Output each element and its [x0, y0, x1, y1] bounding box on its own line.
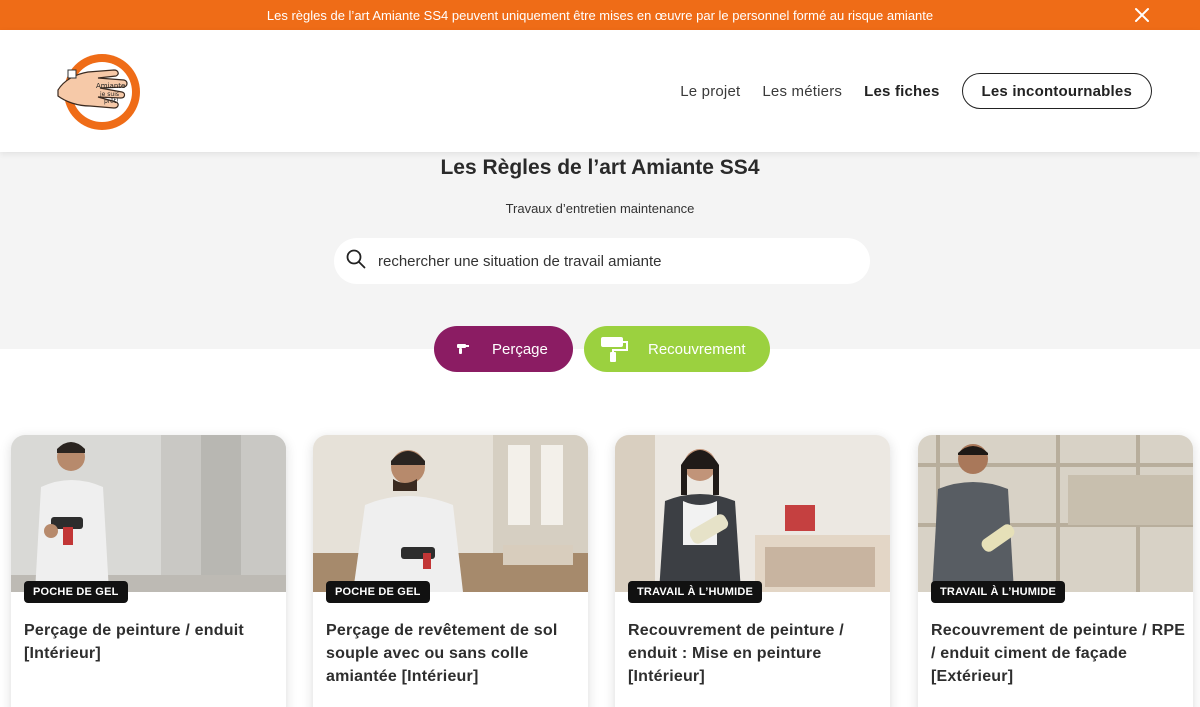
filter-group: Perçage Recouvrement — [434, 326, 770, 372]
nav-les-incontournables-button[interactable]: Les incontournables — [961, 73, 1152, 109]
card-percage-peinture[interactable]: POCHE DE GEL Perçage de peinture / endui… — [11, 435, 286, 707]
search-icon — [346, 249, 366, 274]
page-subtitle: Travaux d’entretien maintenance — [505, 201, 695, 216]
paint-roller-icon — [600, 335, 630, 363]
close-icon[interactable] — [1130, 3, 1154, 27]
nav-les-fiches[interactable]: Les fiches — [864, 83, 939, 100]
card-percage-sol[interactable]: POCHE DE GEL Perçage de revêtement de so… — [313, 435, 588, 707]
nav-les-metiers[interactable]: Les métiers — [762, 83, 842, 100]
card-tag: POCHE DE GEL — [24, 581, 128, 603]
card-tag: POCHE DE GEL — [326, 581, 430, 603]
filter-recouvrement-label: Recouvrement — [648, 340, 746, 358]
card-photo — [615, 435, 890, 592]
filter-percage-label: Perçage — [492, 340, 548, 358]
site-header: Amiante je suis prêt! Le projet Les méti… — [0, 30, 1200, 152]
nav-le-projet[interactable]: Le projet — [680, 83, 740, 100]
filter-percage-button[interactable]: Perçage — [434, 326, 573, 372]
page-title: Les Règles de l’art Amiante SS4 — [440, 156, 760, 179]
drill-icon — [456, 343, 470, 355]
card-title: Perçage de peinture / enduit [Intérieur] — [24, 622, 244, 662]
svg-text:prêt!: prêt! — [104, 98, 119, 105]
banner-text: Les règles de l’art Amiante SS4 peuvent … — [266, 7, 934, 23]
card-photo — [11, 435, 286, 592]
svg-text:Amiante: Amiante — [96, 82, 125, 90]
card-title: Perçage de revêtement de sol souple avec… — [326, 622, 558, 685]
hand-logo-icon[interactable]: Amiante je suis prêt! — [54, 50, 146, 134]
card-tag: TRAVAIL À L’HUMIDE — [628, 581, 763, 603]
card-title: Recouvrement de peinture / RPE / enduit … — [931, 622, 1186, 685]
card-photo — [918, 435, 1193, 592]
search-input[interactable] — [378, 252, 838, 270]
card-title: Recouvrement de peinture / enduit : Mise… — [628, 622, 844, 685]
hero-section: Les Règles de l’art Amiante SS4 Travaux … — [0, 152, 1200, 349]
search-bar[interactable] — [334, 238, 870, 284]
card-recouvrement-facade[interactable]: TRAVAIL À L’HUMIDE Recouvrement de peint… — [918, 435, 1193, 707]
top-banner: Les règles de l’art Amiante SS4 peuvent … — [0, 0, 1200, 30]
card-photo — [313, 435, 588, 592]
main-nav: Le projet Les métiers Les fiches Les inc… — [658, 73, 1152, 109]
card-tag: TRAVAIL À L’HUMIDE — [931, 581, 1066, 603]
filter-recouvrement-button[interactable]: Recouvrement — [584, 326, 770, 372]
svg-text:je suis: je suis — [99, 91, 119, 98]
card-recouvrement-mise-en-peinture[interactable]: TRAVAIL À L’HUMIDE Recouvrement de peint… — [615, 435, 890, 707]
